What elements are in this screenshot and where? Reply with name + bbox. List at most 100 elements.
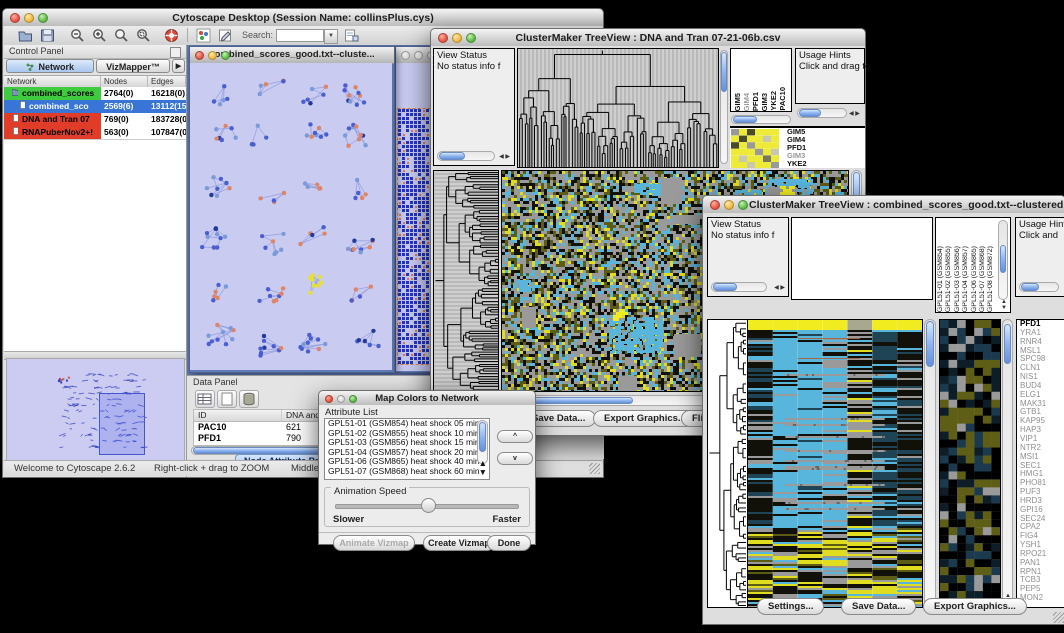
close-icon[interactable] (325, 395, 333, 403)
scrollbar-arrows[interactable]: ◀ ▶ (849, 111, 860, 117)
tv2-col-label[interactable]: GPL51-02 (GSM855) (945, 246, 953, 312)
tv1-status-hscrollbar[interactable] (437, 151, 495, 161)
close-icon[interactable] (195, 51, 204, 60)
minimize-icon[interactable] (24, 13, 34, 23)
network-name-cell[interactable]: RNAPuberNov2+! (4, 126, 101, 139)
tv2-row-dendrogram[interactable] (707, 319, 747, 608)
tv2-zoom-heatmap[interactable] (939, 319, 1001, 608)
network-name-cell[interactable]: DNA and Tran 07 (4, 113, 101, 126)
help-lifesaver-icon[interactable] (164, 28, 179, 43)
network-name-cell[interactable]: combined_sco (4, 100, 101, 113)
tab-overflow-arrow[interactable]: ▶ (172, 59, 185, 73)
move-down-button[interactable]: v (497, 452, 533, 465)
tv2-col-label[interactable]: GPL51-04 (GSM857) (962, 246, 970, 312)
attribute-list[interactable]: GPL51-01 (GSM854) heat shock 05 minGPL51… (324, 418, 490, 480)
zoom-window-icon[interactable] (221, 51, 230, 60)
scrollbar-arrows[interactable]: ◀ ▶ (774, 285, 785, 291)
minimize-icon[interactable] (452, 33, 462, 43)
minimize-icon[interactable] (337, 395, 345, 403)
tv1-labels-hscrollbar[interactable] (731, 115, 791, 124)
tv1-col-label[interactable]: GIM5 (733, 93, 742, 111)
search-config-icon[interactable] (344, 28, 359, 43)
scrollbar-thumb[interactable] (479, 422, 486, 452)
scrollbar-thumb[interactable] (926, 321, 934, 367)
table-row[interactable]: combined_scores2764(0)16218(0) (4, 87, 186, 100)
tv2-button-export-graphics---[interactable]: Export Graphics... (923, 598, 1027, 615)
table-row[interactable]: DNA and Tran 07769(0)183728(0) (4, 113, 186, 126)
float-panel-icon[interactable] (170, 47, 181, 58)
network-name-cell[interactable]: combined_scores (4, 87, 101, 100)
close-icon[interactable] (710, 200, 720, 210)
network-view-window[interactable]: combined_scores_good.txt--cluste... (189, 46, 395, 373)
col-edges[interactable]: Edges (148, 76, 186, 87)
tv1-column-labels-panel[interactable]: GIM5GIM4PFD1GIM3YKE2PAC10 (730, 48, 792, 112)
tv2-gene-list[interactable]: PFD1YRA1RNR4MSL1SPC98CLN1NIS1BUD4ELG1MAK… (1016, 319, 1064, 608)
tv2-col-label[interactable]: GPL51-06 (GSM865) (971, 246, 979, 312)
new-attribute-icon[interactable] (217, 390, 237, 408)
scrollbar-thumb[interactable] (733, 116, 757, 123)
close-icon[interactable] (438, 33, 448, 43)
table-row[interactable]: combined_sco2569(6)13112(15) (4, 100, 186, 113)
zoom-fit-icon[interactable] (114, 28, 129, 43)
treeview1-titlebar[interactable]: ClusterMaker TreeView : DNA and Tran 07-… (430, 28, 866, 48)
tv2-heatmap[interactable] (747, 319, 923, 608)
scrollbar-arrows[interactable]: ◀ ▶ (499, 154, 510, 160)
tv2-col-label[interactable]: GPL51-08 (GSM872) (987, 246, 995, 312)
dialog-button-done[interactable]: Done (487, 535, 531, 551)
speed-slider-thumb[interactable] (421, 498, 436, 513)
scrollbar-thumb[interactable] (799, 109, 821, 117)
zoom-window-icon[interactable] (38, 13, 48, 23)
zoom-out-icon[interactable] (70, 28, 85, 43)
network-view-titlebar[interactable]: combined_scores_good.txt--cluste... (190, 47, 394, 64)
tv1-col-label[interactable]: GIM4 (742, 93, 751, 111)
tab-vizmapper[interactable]: VizMapper™ (96, 59, 170, 73)
tv1-col-label[interactable]: YKE2 (769, 91, 778, 111)
scrollbar-thumb[interactable] (1021, 283, 1039, 291)
search-input[interactable] (276, 29, 324, 42)
tv2-column-labels-panel[interactable]: GPL51-01 (GSM854)GPL51-02 (GSM855)GPL51-… (935, 217, 1011, 313)
tv1-usage-hscrollbar[interactable] (797, 108, 847, 118)
scrollbar-thumb[interactable] (713, 283, 737, 291)
scrollbar-thumb[interactable] (721, 52, 727, 92)
tv1-mid-vscrollbar[interactable] (720, 50, 728, 164)
tv2-button-save-data---[interactable]: Save Data... (841, 598, 916, 615)
scrollbar-arrows[interactable]: ▲▼ (1001, 299, 1007, 311)
zoom-window-icon[interactable] (738, 200, 748, 210)
minimize-icon[interactable] (208, 51, 217, 60)
zoom-window-icon[interactable] (349, 395, 357, 403)
col-network[interactable]: Network (4, 76, 101, 87)
zoom-window-icon[interactable] (466, 33, 476, 43)
col-id[interactable]: ID (194, 410, 282, 421)
scrollbar-arrows[interactable]: ▲▼ (476, 459, 487, 478)
tv2-col-label[interactable]: GPL51-03 (GSM856) (954, 246, 962, 312)
zoom-in-icon[interactable] (92, 28, 107, 43)
tv2-heat-vscrollbar[interactable] (924, 319, 936, 608)
tv1-row-dendrogram[interactable] (433, 170, 499, 392)
col-nodes[interactable]: Nodes (101, 76, 148, 87)
vizmapper-icon[interactable] (196, 28, 211, 43)
tv2-status-hscrollbar[interactable] (711, 282, 767, 292)
treeview2-titlebar[interactable]: ClusterMaker TreeView : combined_scores_… (702, 195, 1064, 215)
open-file-icon[interactable] (18, 28, 33, 43)
scrollbar-thumb[interactable] (1000, 245, 1006, 273)
close-icon[interactable] (401, 51, 410, 60)
save-icon[interactable] (40, 28, 55, 43)
tv2-usage-hscrollbar[interactable] (1019, 282, 1059, 292)
annotation-icon[interactable] (218, 28, 233, 43)
tv2-column-dendrogram[interactable] (791, 217, 933, 300)
dialog-button-create-vizmap[interactable]: Create Vizmap (423, 535, 495, 551)
delete-attribute-icon[interactable] (239, 390, 259, 408)
tv2-labels-vscrollbar[interactable] (998, 220, 1008, 300)
minimize-icon[interactable] (414, 51, 423, 60)
move-up-button[interactable]: ^ (497, 430, 533, 443)
tv1-col-label[interactable]: GIM3 (760, 93, 769, 111)
tv1-col-label[interactable]: PAC10 (778, 87, 787, 111)
tv1-yellow-matrix[interactable] (731, 129, 781, 168)
minimize-icon[interactable] (724, 200, 734, 210)
resize-grip[interactable] (589, 463, 600, 474)
resize-grip[interactable] (1053, 612, 1064, 623)
tab-network[interactable]: Network (6, 59, 94, 73)
birdseye-view[interactable] (6, 358, 185, 463)
tv1-col-label[interactable]: PFD1 (751, 92, 760, 111)
tv2-button-settings---[interactable]: Settings... (757, 598, 824, 615)
